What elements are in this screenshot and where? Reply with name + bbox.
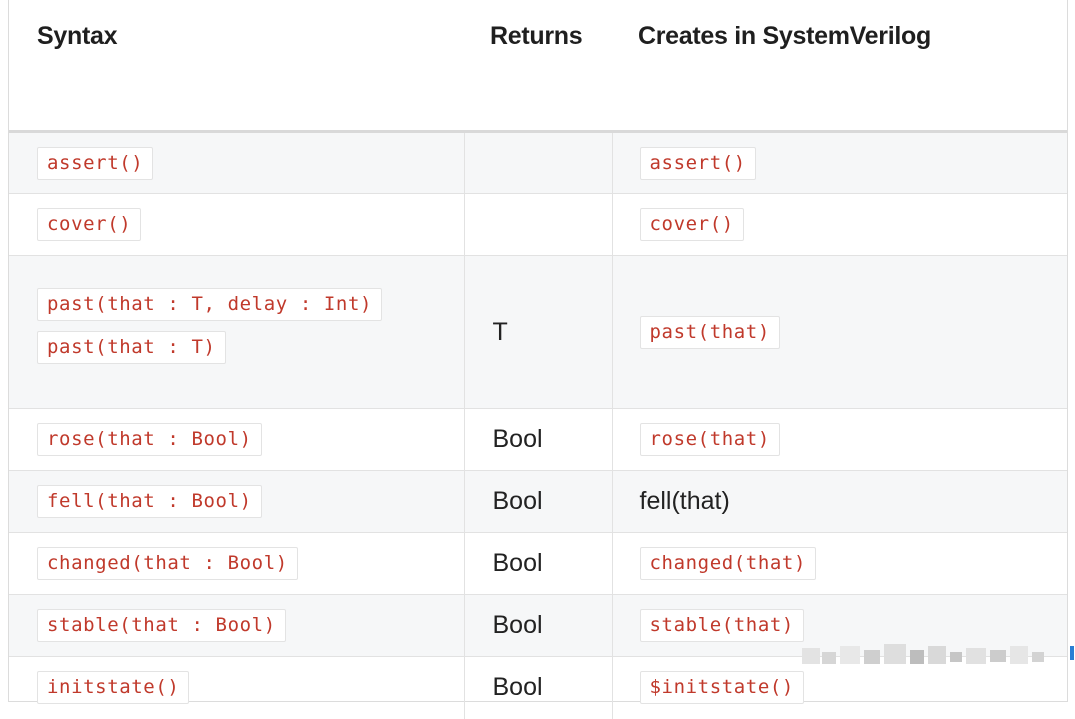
syntax-cell: fell(that : Bool) xyxy=(9,470,464,533)
header-returns: Returns xyxy=(464,0,612,133)
pixelated-watermark xyxy=(800,640,1074,680)
returns-value: T xyxy=(492,317,508,346)
creates-cell: changed(that) xyxy=(611,532,1067,595)
syntax-code: initstate() xyxy=(37,671,190,705)
table-row: fell(that : Bool) Bool fell(that) xyxy=(9,470,1067,533)
header-syntax: Syntax xyxy=(9,0,464,133)
returns-cell: Bool xyxy=(463,408,612,471)
returns-cell: T xyxy=(463,255,612,409)
creates-cell: cover() xyxy=(611,193,1067,256)
returns-cell xyxy=(463,193,612,256)
header-creates: Creates in SystemVerilog xyxy=(612,0,1067,133)
table-row: past(that : T, delay : Int) past(that : … xyxy=(9,255,1067,409)
creates-text: fell(that) xyxy=(639,487,730,515)
creates-cell: fell(that) xyxy=(611,470,1067,533)
returns-value: Bool xyxy=(492,673,543,702)
syntax-cell: past(that : T, delay : Int) past(that : … xyxy=(9,255,464,409)
syntax-cell: rose(that : Bool) xyxy=(9,408,464,471)
returns-cell: Bool xyxy=(463,656,612,719)
creates-code: cover() xyxy=(639,208,744,241)
syntax-cell: initstate() xyxy=(9,656,464,719)
syntax-cell: cover() xyxy=(9,193,464,256)
syntax-code: assert() xyxy=(37,146,154,180)
systemverilog-functions-table: Syntax Returns Creates in SystemVerilog … xyxy=(9,0,1067,719)
creates-cell: rose(that) xyxy=(611,408,1067,471)
creates-code: $initstate() xyxy=(639,671,804,705)
syntax-code: cover() xyxy=(37,208,142,241)
returns-value: Bool xyxy=(492,487,543,515)
returns-value: Bool xyxy=(492,549,543,577)
creates-code: changed(that) xyxy=(639,547,817,580)
returns-value: Bool xyxy=(492,425,543,453)
creates-code: assert() xyxy=(639,146,756,180)
returns-value: Bool xyxy=(492,611,543,639)
syntax-code: past(that : T) xyxy=(37,331,226,364)
table-row: assert() assert() xyxy=(9,131,1067,194)
creates-code: stable(that) xyxy=(639,609,804,642)
syntax-code: past(that : T, delay : Int) xyxy=(37,288,383,321)
returns-cell: Bool xyxy=(463,470,612,533)
table-row: rose(that : Bool) Bool rose(that) xyxy=(9,408,1067,471)
creates-code: rose(that) xyxy=(639,423,780,456)
syntax-code: fell(that : Bool) xyxy=(37,485,262,518)
syntax-code: changed(that : Bool) xyxy=(37,547,298,580)
creates-cell: past(that) xyxy=(611,255,1067,409)
syntax-code: stable(that : Bool) xyxy=(37,609,286,642)
returns-cell: Bool xyxy=(463,532,612,595)
table-row: cover() cover() xyxy=(9,193,1067,256)
returns-cell: Bool xyxy=(463,594,612,657)
returns-cell xyxy=(463,131,612,194)
table-row: changed(that : Bool) Bool changed(that) xyxy=(9,532,1067,595)
syntax-cell: changed(that : Bool) xyxy=(9,532,464,595)
creates-code: past(that) xyxy=(639,315,780,349)
table-header-row: Syntax Returns Creates in SystemVerilog xyxy=(9,0,1067,133)
syntax-cell: assert() xyxy=(9,131,464,194)
api-table-container: Syntax Returns Creates in SystemVerilog … xyxy=(8,0,1068,719)
syntax-cell: stable(that : Bool) xyxy=(9,594,464,657)
syntax-code: rose(that : Bool) xyxy=(37,423,262,456)
creates-cell: assert() xyxy=(611,131,1067,194)
